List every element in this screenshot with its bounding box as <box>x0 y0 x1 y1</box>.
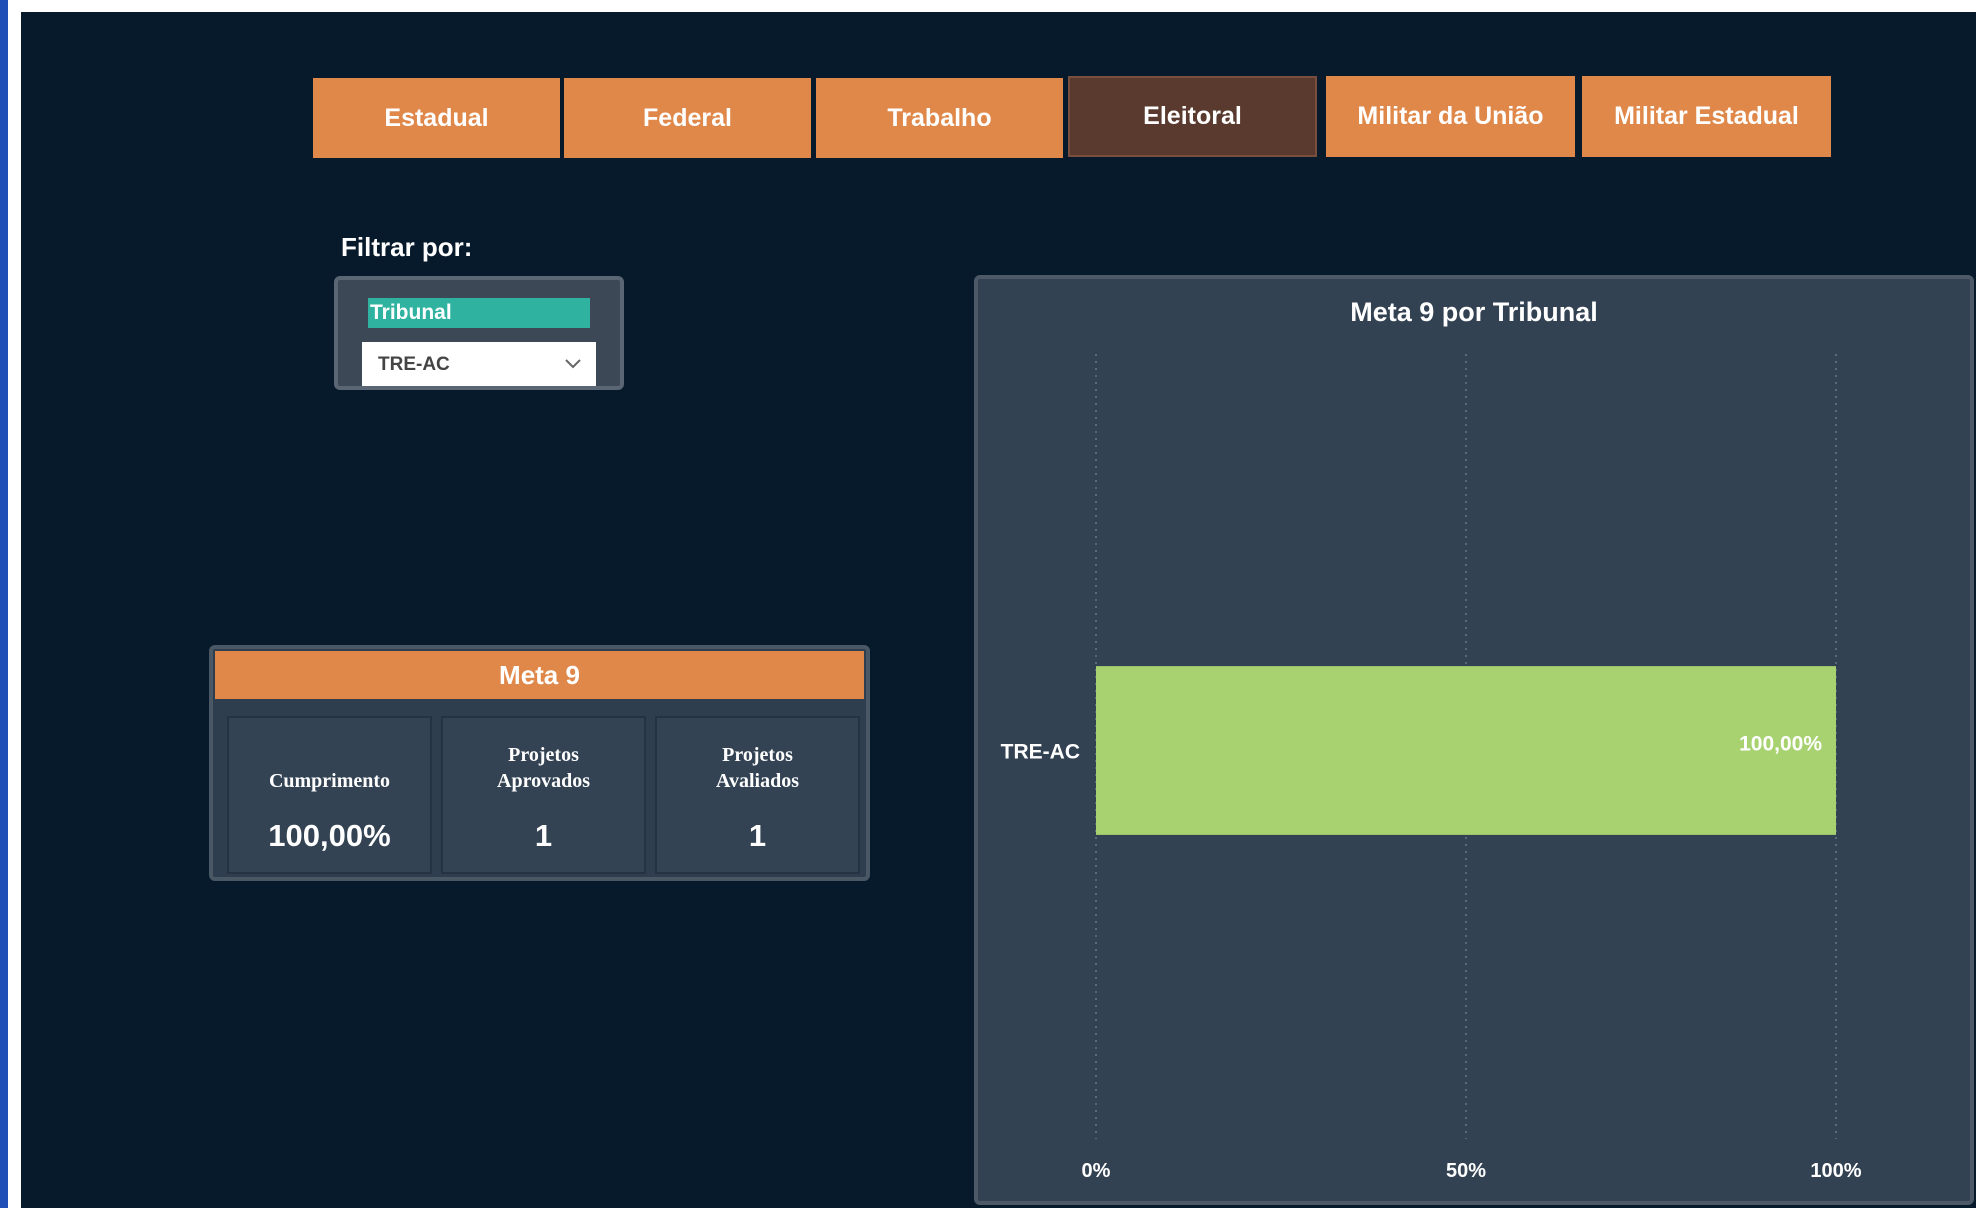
x-tick-label: 50% <box>1446 1160 1486 1182</box>
dropdown-selected-value: TRE-AC <box>378 354 450 375</box>
kpi-label-line2: Aprovados <box>497 770 590 792</box>
kpi-projetos-avaliados: Projetos Avaliados 1 <box>655 716 860 874</box>
bar-data-label: 100,00% <box>1739 733 1822 756</box>
tab-trabalho[interactable]: Trabalho <box>816 78 1063 158</box>
bar <box>1096 666 1836 835</box>
top-border <box>0 0 1976 12</box>
dashboard-canvas: Estadual Federal Trabalho Eleitoral Mili… <box>21 12 1976 1208</box>
kpi-value: 1 <box>534 818 553 853</box>
meta-9-por-tribunal-chart: Meta 9 por Tribunal 0% 50% 100% TRE-AC 100,0… <box>974 275 1974 1205</box>
kpi-projetos-aprovados: Projetos Aprovados 1 <box>441 716 646 874</box>
left-gap <box>8 0 21 1208</box>
tab-eleitoral[interactable]: Eleitoral <box>1068 76 1317 157</box>
filter-label: Filtrar por: <box>341 232 473 262</box>
meta-9-card: Meta 9 Cumprimento 100,00% Projetos Apro… <box>209 645 870 881</box>
tribunal-slicer: Tribunal TRE-AC <box>334 276 624 390</box>
tab-estadual[interactable]: Estadual <box>313 78 560 158</box>
x-tick-label: 0% <box>1082 1160 1111 1182</box>
kpi-label: Projetos <box>508 744 579 766</box>
tab-militar-da-uniao[interactable]: Militar da União <box>1326 76 1575 157</box>
tab-federal[interactable]: Federal <box>564 78 811 158</box>
kpi-label: Projetos <box>722 744 793 766</box>
bar-chart-svg: 0% 50% 100% TRE-AC 100,00% <box>1001 354 1862 1182</box>
tribunal-dropdown[interactable]: TRE-AC <box>362 342 596 386</box>
report-page: Estadual Federal Trabalho Eleitoral Mili… <box>0 0 1976 1208</box>
kpi-label-line2: Avaliados <box>716 770 799 792</box>
kpi-label: Cumprimento <box>268 770 391 792</box>
kpi-cumprimento: Cumprimento 100,00% <box>227 716 432 874</box>
tab-militar-estadual[interactable]: Militar Estadual <box>1582 76 1831 157</box>
chevron-down-icon[interactable] <box>564 354 582 372</box>
kpi-value: 1 <box>748 818 767 853</box>
y-category-label: TRE-AC <box>1001 741 1080 764</box>
kpi-value: 100,00% <box>268 818 391 853</box>
left-accent-border <box>0 0 8 1208</box>
slicer-header: Tribunal <box>368 298 590 328</box>
x-tick-label: 100% <box>1810 1160 1861 1182</box>
kpi-card-title: Meta 9 <box>215 651 864 699</box>
